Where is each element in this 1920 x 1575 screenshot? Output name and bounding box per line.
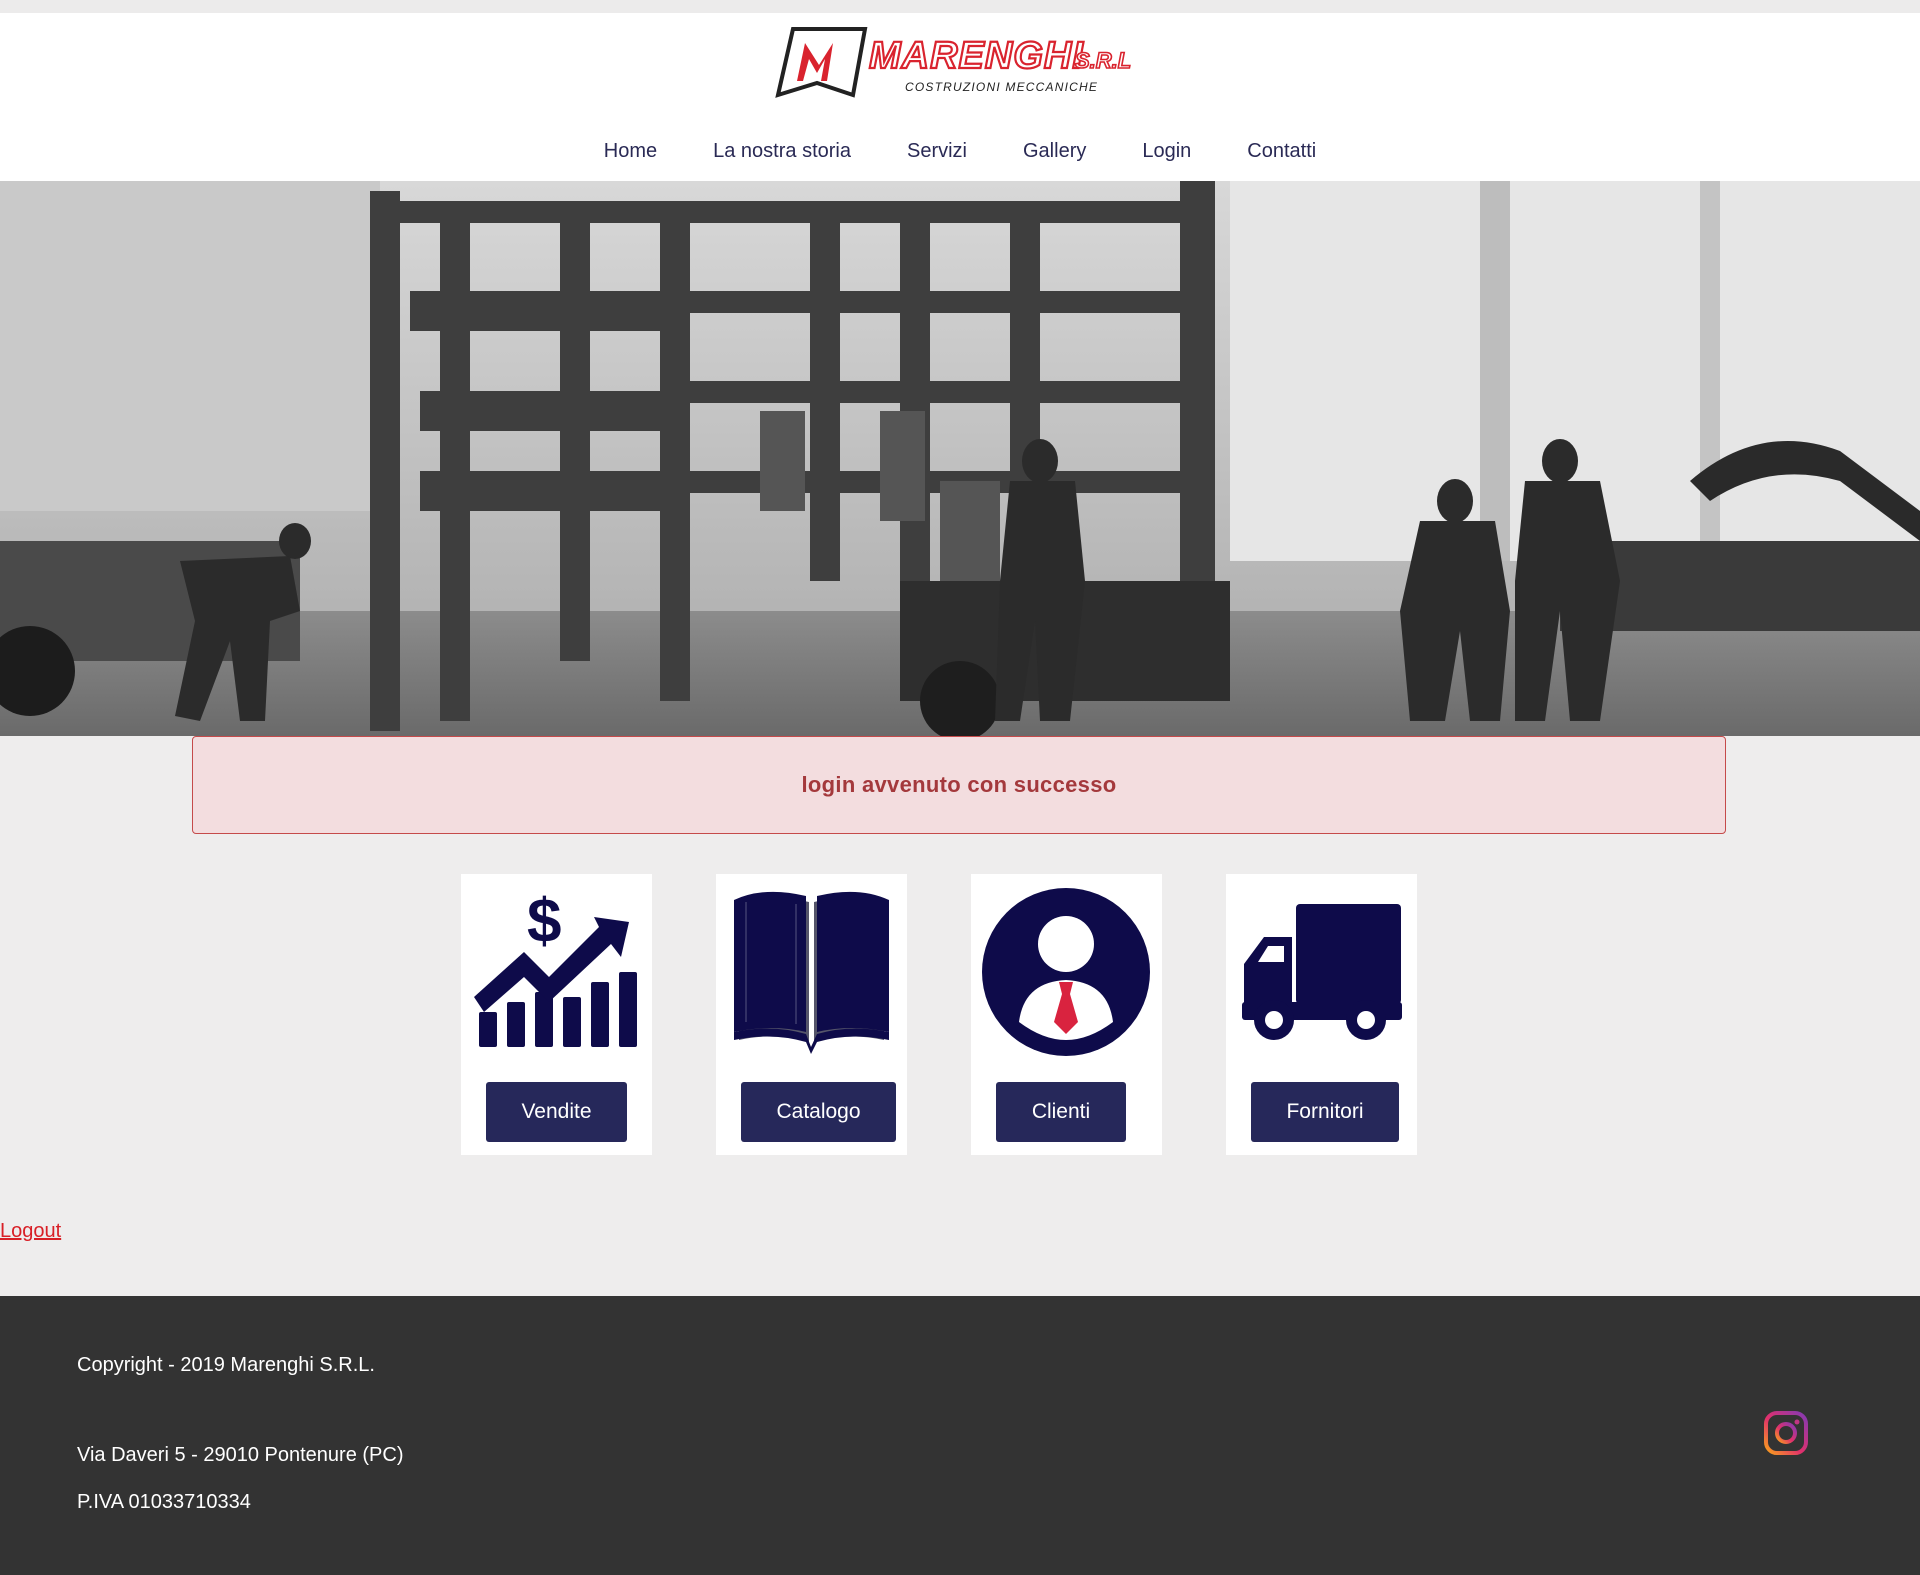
instagram-icon[interactable]: [1763, 1410, 1809, 1456]
card-vendite: $ Vendite: [461, 874, 652, 1155]
nav-contatti[interactable]: Contatti: [1247, 131, 1316, 171]
fornitori-button[interactable]: Fornitori: [1251, 1082, 1399, 1142]
login-success-alert: login avvenuto con successo: [192, 736, 1726, 834]
top-strip: [0, 0, 1920, 13]
company-logo[interactable]: MARENGHI S.R.L COSTRUZIONI MECCANICHE: [773, 23, 1153, 111]
client-person-icon: [982, 888, 1150, 1056]
sales-chart-icon: $: [474, 887, 637, 1047]
site-footer: Copyright - 2019 Marenghi S.R.L. Via Dav…: [0, 1296, 1920, 1575]
svg-text:$: $: [527, 887, 561, 956]
open-book-icon: [734, 891, 889, 1054]
brand-name: MARENGHI: [869, 35, 1084, 77]
nav-home[interactable]: Home: [604, 131, 657, 171]
nav-la-nostra-storia[interactable]: La nostra storia: [713, 131, 851, 171]
clienti-button[interactable]: Clienti: [996, 1082, 1126, 1142]
nav-gallery[interactable]: Gallery: [1023, 131, 1086, 171]
delivery-truck-icon: [1242, 904, 1402, 1040]
footer-vat: P.IVA 01033710334: [77, 1491, 251, 1513]
brand-suffix: S.R.L: [1075, 48, 1131, 73]
vendite-button[interactable]: Vendite: [486, 1082, 627, 1142]
main-nav: Home La nostra storia Servizi Gallery Lo…: [0, 131, 1920, 171]
nav-login[interactable]: Login: [1142, 131, 1191, 171]
brand-tagline: COSTRUZIONI MECCANICHE: [905, 80, 1098, 94]
hero-workshop-image: [0, 181, 1920, 736]
catalogo-button[interactable]: Catalogo: [741, 1082, 896, 1142]
nav-servizi[interactable]: Servizi: [907, 131, 967, 171]
site-header: MARENGHI S.R.L COSTRUZIONI MECCANICHE Ho…: [0, 13, 1920, 181]
card-clienti: Clienti: [971, 874, 1162, 1155]
card-catalogo: Catalogo: [716, 874, 907, 1155]
footer-copyright: Copyright - 2019 Marenghi S.R.L.: [77, 1354, 375, 1376]
card-fornitori: Fornitori: [1226, 874, 1417, 1155]
alert-message: login avvenuto con successo: [801, 772, 1117, 797]
logout-link[interactable]: Logout: [0, 1220, 61, 1243]
footer-address: Via Daveri 5 - 29010 Pontenure (PC): [77, 1444, 404, 1466]
